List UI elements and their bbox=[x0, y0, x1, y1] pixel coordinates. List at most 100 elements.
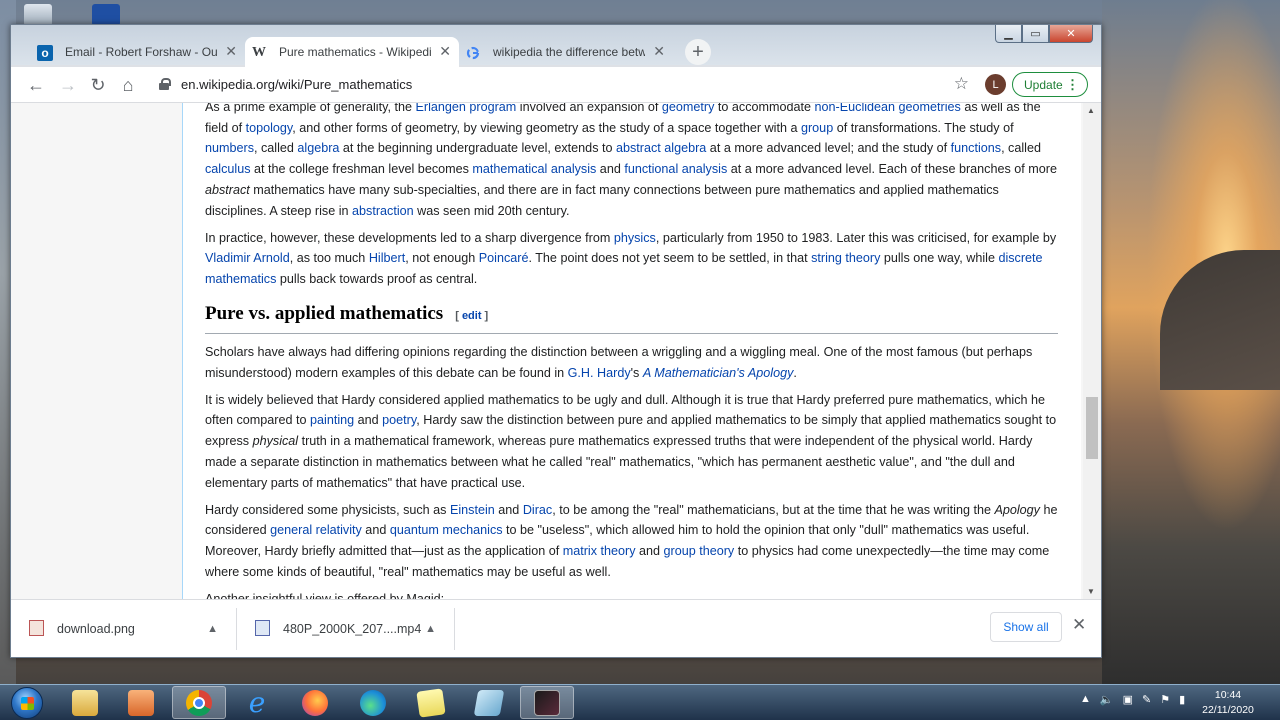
chevron-up-icon[interactable]: ▲ bbox=[425, 623, 436, 635]
article-link[interactable]: Poincaré bbox=[479, 251, 529, 265]
paragraph-scholars: Scholars have always had differing opini… bbox=[205, 342, 1058, 383]
page-viewport: As a prime example of generality, the Er… bbox=[11, 103, 1101, 599]
power-icon[interactable]: ▮ bbox=[1179, 693, 1185, 706]
article-link[interactable]: geometry bbox=[662, 103, 715, 114]
article-link[interactable]: functions bbox=[951, 141, 1001, 155]
taskbar-edge[interactable] bbox=[346, 686, 400, 719]
download-item[interactable]: download.png ▲ bbox=[11, 608, 237, 650]
article-link[interactable]: mathematical analysis bbox=[472, 162, 596, 176]
profile-avatar[interactable]: L bbox=[985, 74, 1006, 95]
section-heading: Pure vs. applied mathematics [ edit ] bbox=[205, 303, 1058, 334]
show-hidden-icons-icon[interactable]: ▲ bbox=[1080, 693, 1091, 706]
scrollbar-thumb[interactable] bbox=[1086, 397, 1098, 459]
close-tab-icon[interactable]: ✕ bbox=[225, 43, 237, 60]
tab-wikipedia[interactable]: W Pure mathematics - Wikipedia ✕ bbox=[245, 37, 459, 67]
tab-strip: o Email - Robert Forshaw - Outlook ✕ W P… bbox=[31, 37, 711, 67]
article-text: Apology bbox=[994, 502, 1040, 517]
tab-google-search[interactable]: wikipedia the difference between ✕ bbox=[459, 37, 673, 67]
article-link[interactable]: Einstein bbox=[450, 503, 495, 517]
bookmark-star-icon[interactable]: ☆ bbox=[954, 74, 969, 94]
article-link[interactable]: abstraction bbox=[352, 204, 414, 218]
action-center-icon[interactable]: ⚑ bbox=[1160, 693, 1170, 706]
article-link[interactable]: matrix theory bbox=[563, 544, 636, 558]
article-link[interactable]: G.H. Hardy bbox=[568, 366, 631, 380]
article-link[interactable]: Hilbert bbox=[369, 251, 405, 265]
show-all-button[interactable]: Show all bbox=[990, 612, 1062, 642]
article-text: at a more advanced level; and the study … bbox=[706, 141, 951, 156]
article-link[interactable]: topology bbox=[246, 121, 293, 135]
close-shelf-icon[interactable]: ✕ bbox=[1072, 615, 1086, 635]
article-text: and bbox=[635, 544, 664, 559]
media-player-icon bbox=[128, 689, 154, 716]
article-link[interactable]: poetry bbox=[382, 413, 416, 427]
page-scrollbar[interactable]: ▲ ▼ bbox=[1083, 103, 1101, 599]
article-link[interactable]: abstract algebra bbox=[616, 141, 706, 155]
network-icon[interactable]: ▣ bbox=[1123, 693, 1133, 706]
article-text: at the college freshman level becomes bbox=[250, 162, 473, 177]
article-text: and bbox=[354, 413, 383, 428]
outlook-icon: o bbox=[37, 45, 53, 61]
back-arrow-icon[interactable]: ← bbox=[25, 74, 47, 96]
minimize-button[interactable]: ▁ bbox=[995, 25, 1022, 43]
taskbar-notes[interactable] bbox=[404, 686, 458, 719]
clock[interactable]: 10:44 22/11/2020 bbox=[1198, 688, 1258, 718]
article-link[interactable]: Vladimir Arnold bbox=[205, 251, 290, 265]
article-link[interactable]: group bbox=[801, 121, 833, 135]
windows-logo-icon bbox=[11, 687, 43, 719]
taskbar-firefox[interactable] bbox=[288, 686, 342, 719]
tab-outlook[interactable]: o Email - Robert Forshaw - Outlook ✕ bbox=[31, 37, 245, 67]
paragraph-magid: Another insightful view is offered by Ma… bbox=[205, 589, 1058, 599]
article-link[interactable]: physics bbox=[614, 231, 656, 245]
internet-explorer-icon: e bbox=[248, 686, 266, 719]
scroll-down-arrow-icon[interactable]: ▼ bbox=[1087, 587, 1095, 596]
lock-icon[interactable] bbox=[159, 78, 171, 90]
article-link[interactable]: functional analysis bbox=[624, 162, 727, 176]
article-link[interactable]: non-Euclidean geometries bbox=[815, 103, 961, 114]
firefox-icon bbox=[302, 689, 328, 716]
recycle-bin-icon[interactable] bbox=[24, 4, 52, 26]
update-button[interactable]: Update ⋮ bbox=[1012, 72, 1088, 97]
menu-dots-icon[interactable]: ⋮ bbox=[1066, 77, 1079, 93]
taskbar-app[interactable] bbox=[462, 686, 516, 719]
article-link[interactable]: calculus bbox=[205, 162, 251, 176]
language-icon[interactable]: ✎ bbox=[1142, 693, 1151, 706]
volume-icon[interactable]: 🔈 bbox=[1100, 693, 1114, 706]
forward-arrow-icon[interactable]: → bbox=[57, 74, 79, 96]
reload-icon[interactable]: ↻ bbox=[87, 74, 109, 96]
close-tab-icon[interactable]: ✕ bbox=[439, 43, 451, 60]
maximize-button[interactable]: ▭ bbox=[1022, 25, 1049, 43]
taskbar-explorer[interactable] bbox=[58, 686, 112, 719]
edit-link[interactable]: edit bbox=[462, 310, 482, 322]
download-item[interactable]: 480P_2000K_207....mp4 ▲ bbox=[237, 608, 455, 650]
accessibility-icon[interactable] bbox=[92, 4, 120, 26]
article-link[interactable]: quantum mechanics bbox=[390, 523, 503, 537]
close-window-button[interactable]: ✕ bbox=[1049, 25, 1093, 43]
close-tab-icon[interactable]: ✕ bbox=[653, 43, 665, 60]
scroll-up-arrow-icon[interactable]: ▲ bbox=[1087, 106, 1095, 115]
article-content: As a prime example of generality, the Er… bbox=[182, 103, 1081, 599]
taskbar-media-player[interactable] bbox=[114, 686, 168, 719]
article-link[interactable]: A Mathematician's Apology bbox=[643, 366, 794, 380]
taskbar-internet-explorer[interactable]: e bbox=[230, 686, 284, 719]
url-text[interactable]: en.wikipedia.org/wiki/Pure_mathematics bbox=[181, 77, 412, 92]
article-link[interactable]: string theory bbox=[811, 251, 880, 265]
start-button[interactable] bbox=[4, 685, 50, 720]
paragraph-divergence: In practice, however, these developments… bbox=[205, 228, 1058, 290]
article-link[interactable]: Erlangen program bbox=[415, 103, 516, 114]
article-text: , not enough bbox=[405, 251, 479, 266]
home-icon[interactable]: ⌂ bbox=[117, 74, 139, 96]
address-bar[interactable]: en.wikipedia.org/wiki/Pure_mathematics ☆ bbox=[149, 72, 969, 98]
taskbar-chrome[interactable] bbox=[172, 686, 226, 719]
new-tab-button[interactable]: + bbox=[685, 39, 711, 65]
taskbar-media-app[interactable] bbox=[520, 686, 574, 719]
article-link[interactable]: group theory bbox=[664, 544, 735, 558]
article-link[interactable]: general relativity bbox=[270, 523, 362, 537]
article-text: , called bbox=[1001, 141, 1041, 156]
tab-title: wikipedia the difference between bbox=[493, 45, 645, 59]
article-link[interactable]: Dirac bbox=[523, 503, 552, 517]
article-text: . bbox=[793, 365, 797, 380]
article-link[interactable]: painting bbox=[310, 413, 354, 427]
chevron-up-icon[interactable]: ▲ bbox=[207, 623, 218, 635]
article-link[interactable]: numbers bbox=[205, 141, 254, 155]
article-link[interactable]: algebra bbox=[297, 141, 339, 155]
